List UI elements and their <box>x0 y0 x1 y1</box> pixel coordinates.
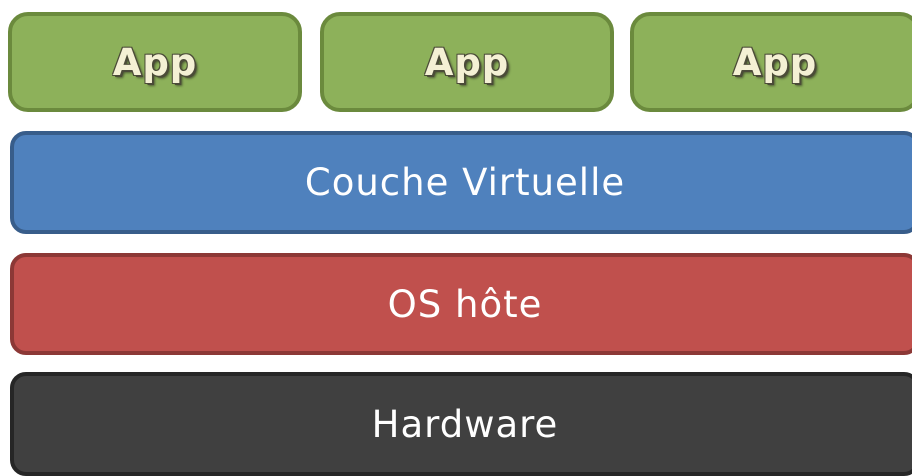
host-os-layer-box: OS hôte <box>10 253 912 355</box>
hardware-layer-label: Hardware <box>371 402 559 446</box>
host-os-layer-label: OS hôte <box>387 282 543 326</box>
app-label: App <box>732 40 818 84</box>
app-box-2: App <box>320 12 614 112</box>
virtual-layer-label: Couche Virtuelle <box>304 161 626 204</box>
virtual-layer-box: Couche Virtuelle <box>10 131 912 234</box>
hardware-layer-box: Hardware <box>10 372 912 476</box>
app-label: App <box>424 40 510 84</box>
app-box-1: App <box>8 12 302 112</box>
app-label: App <box>112 40 198 84</box>
app-box-3: App <box>630 12 912 112</box>
